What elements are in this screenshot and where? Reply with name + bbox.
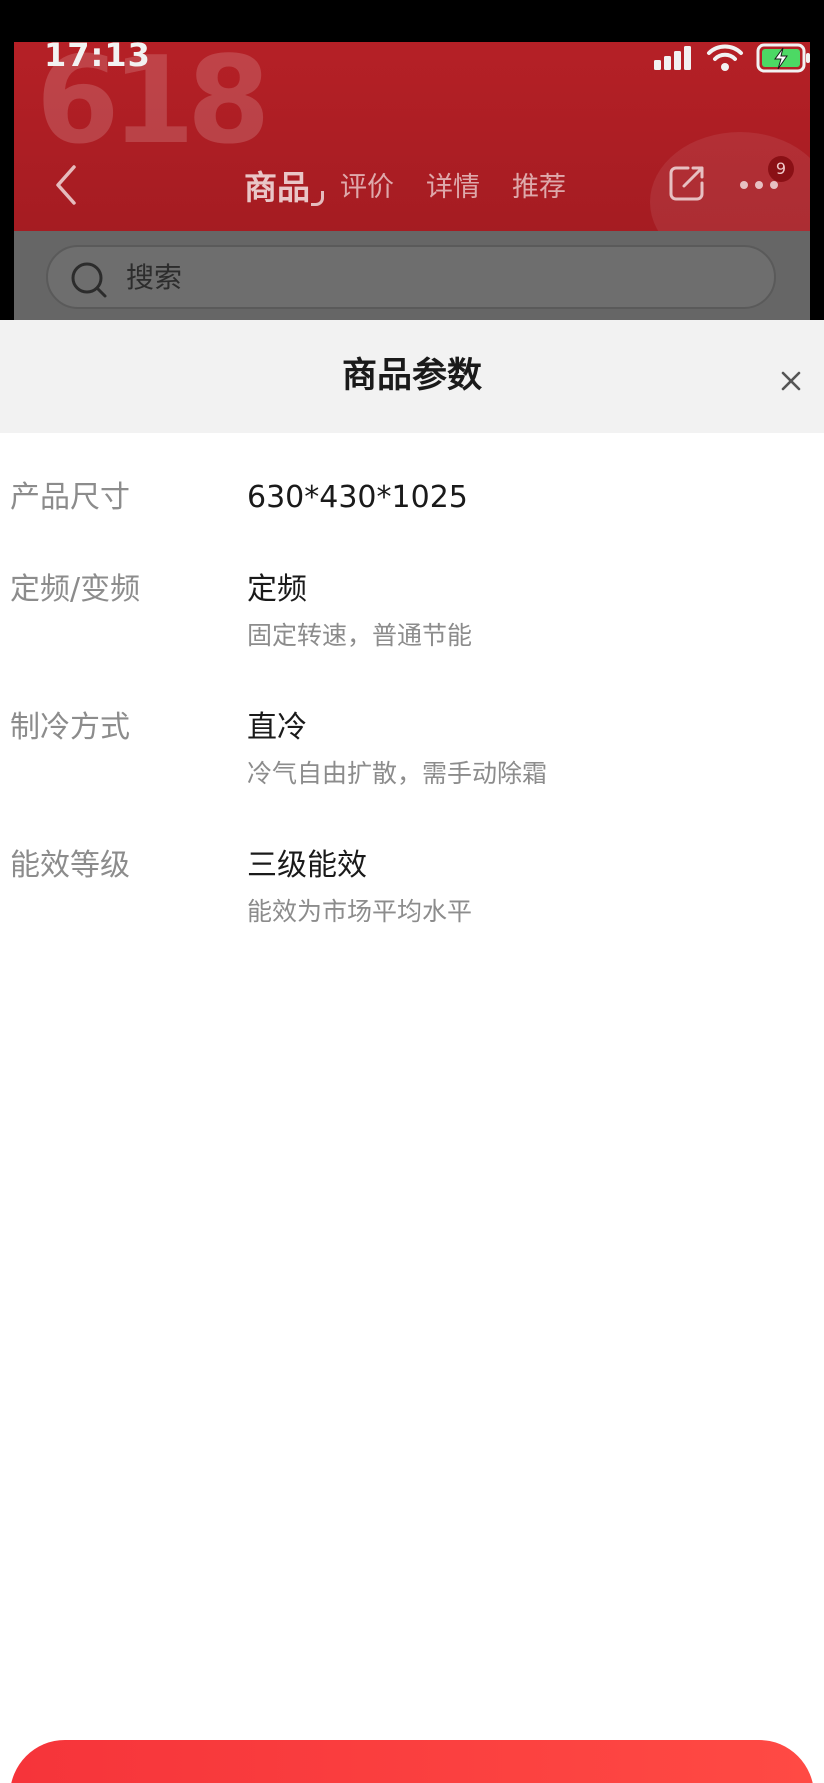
- sheet-title: 商品参数: [341, 356, 482, 396]
- param-label: 定频/变频: [10, 572, 141, 607]
- search-placeholder: 搜索: [126, 261, 183, 294]
- back-icon[interactable]: [54, 164, 78, 206]
- share-icon[interactable]: [668, 164, 706, 202]
- param-desc: 能效为市场平均水平: [247, 897, 473, 926]
- param-value: 直冷: [247, 710, 307, 745]
- param-value: 630*430*1025: [247, 480, 468, 515]
- status-time: 17:13: [44, 36, 151, 74]
- tab-recommend[interactable]: 推荐: [512, 168, 566, 208]
- param-label: 能效等级: [10, 848, 130, 883]
- wifi-icon: [707, 44, 743, 71]
- param-value: 三级能效: [247, 848, 367, 883]
- confirm-button[interactable]: 确定: [10, 1740, 814, 1783]
- sheet-header: 商品参数: [0, 320, 824, 433]
- param-label: 制冷方式: [10, 710, 130, 745]
- param-desc: 冷气自由扩散，需手动除霜: [247, 759, 548, 788]
- search-icon: [71, 262, 107, 298]
- param-value: 定频: [247, 572, 307, 607]
- battery-icon: [756, 43, 810, 73]
- tab-product[interactable]: 商品: [244, 168, 324, 208]
- screen: 618 搜索 商品 评价 详情 推荐 9 17:13 商品参数 产品尺寸 630…: [0, 0, 824, 1783]
- more-badge: 9: [768, 156, 794, 182]
- search-area: 搜索: [14, 231, 810, 330]
- param-label: 产品尺寸: [10, 480, 130, 515]
- status-bar: 17:13: [0, 0, 824, 100]
- search-input[interactable]: 搜索: [46, 245, 776, 309]
- close-icon[interactable]: [780, 370, 802, 392]
- param-desc: 固定转速，普通节能: [247, 621, 473, 650]
- tab-details[interactable]: 详情: [426, 168, 480, 208]
- signal-icon: [654, 46, 691, 70]
- nav-tabs: 商品 评价 详情 推荐: [244, 164, 598, 208]
- tab-reviews[interactable]: 评价: [340, 168, 394, 208]
- product-params-sheet: 商品参数 产品尺寸 630*430*1025 定频/变频 定频 固定转速，普通节…: [0, 320, 824, 1783]
